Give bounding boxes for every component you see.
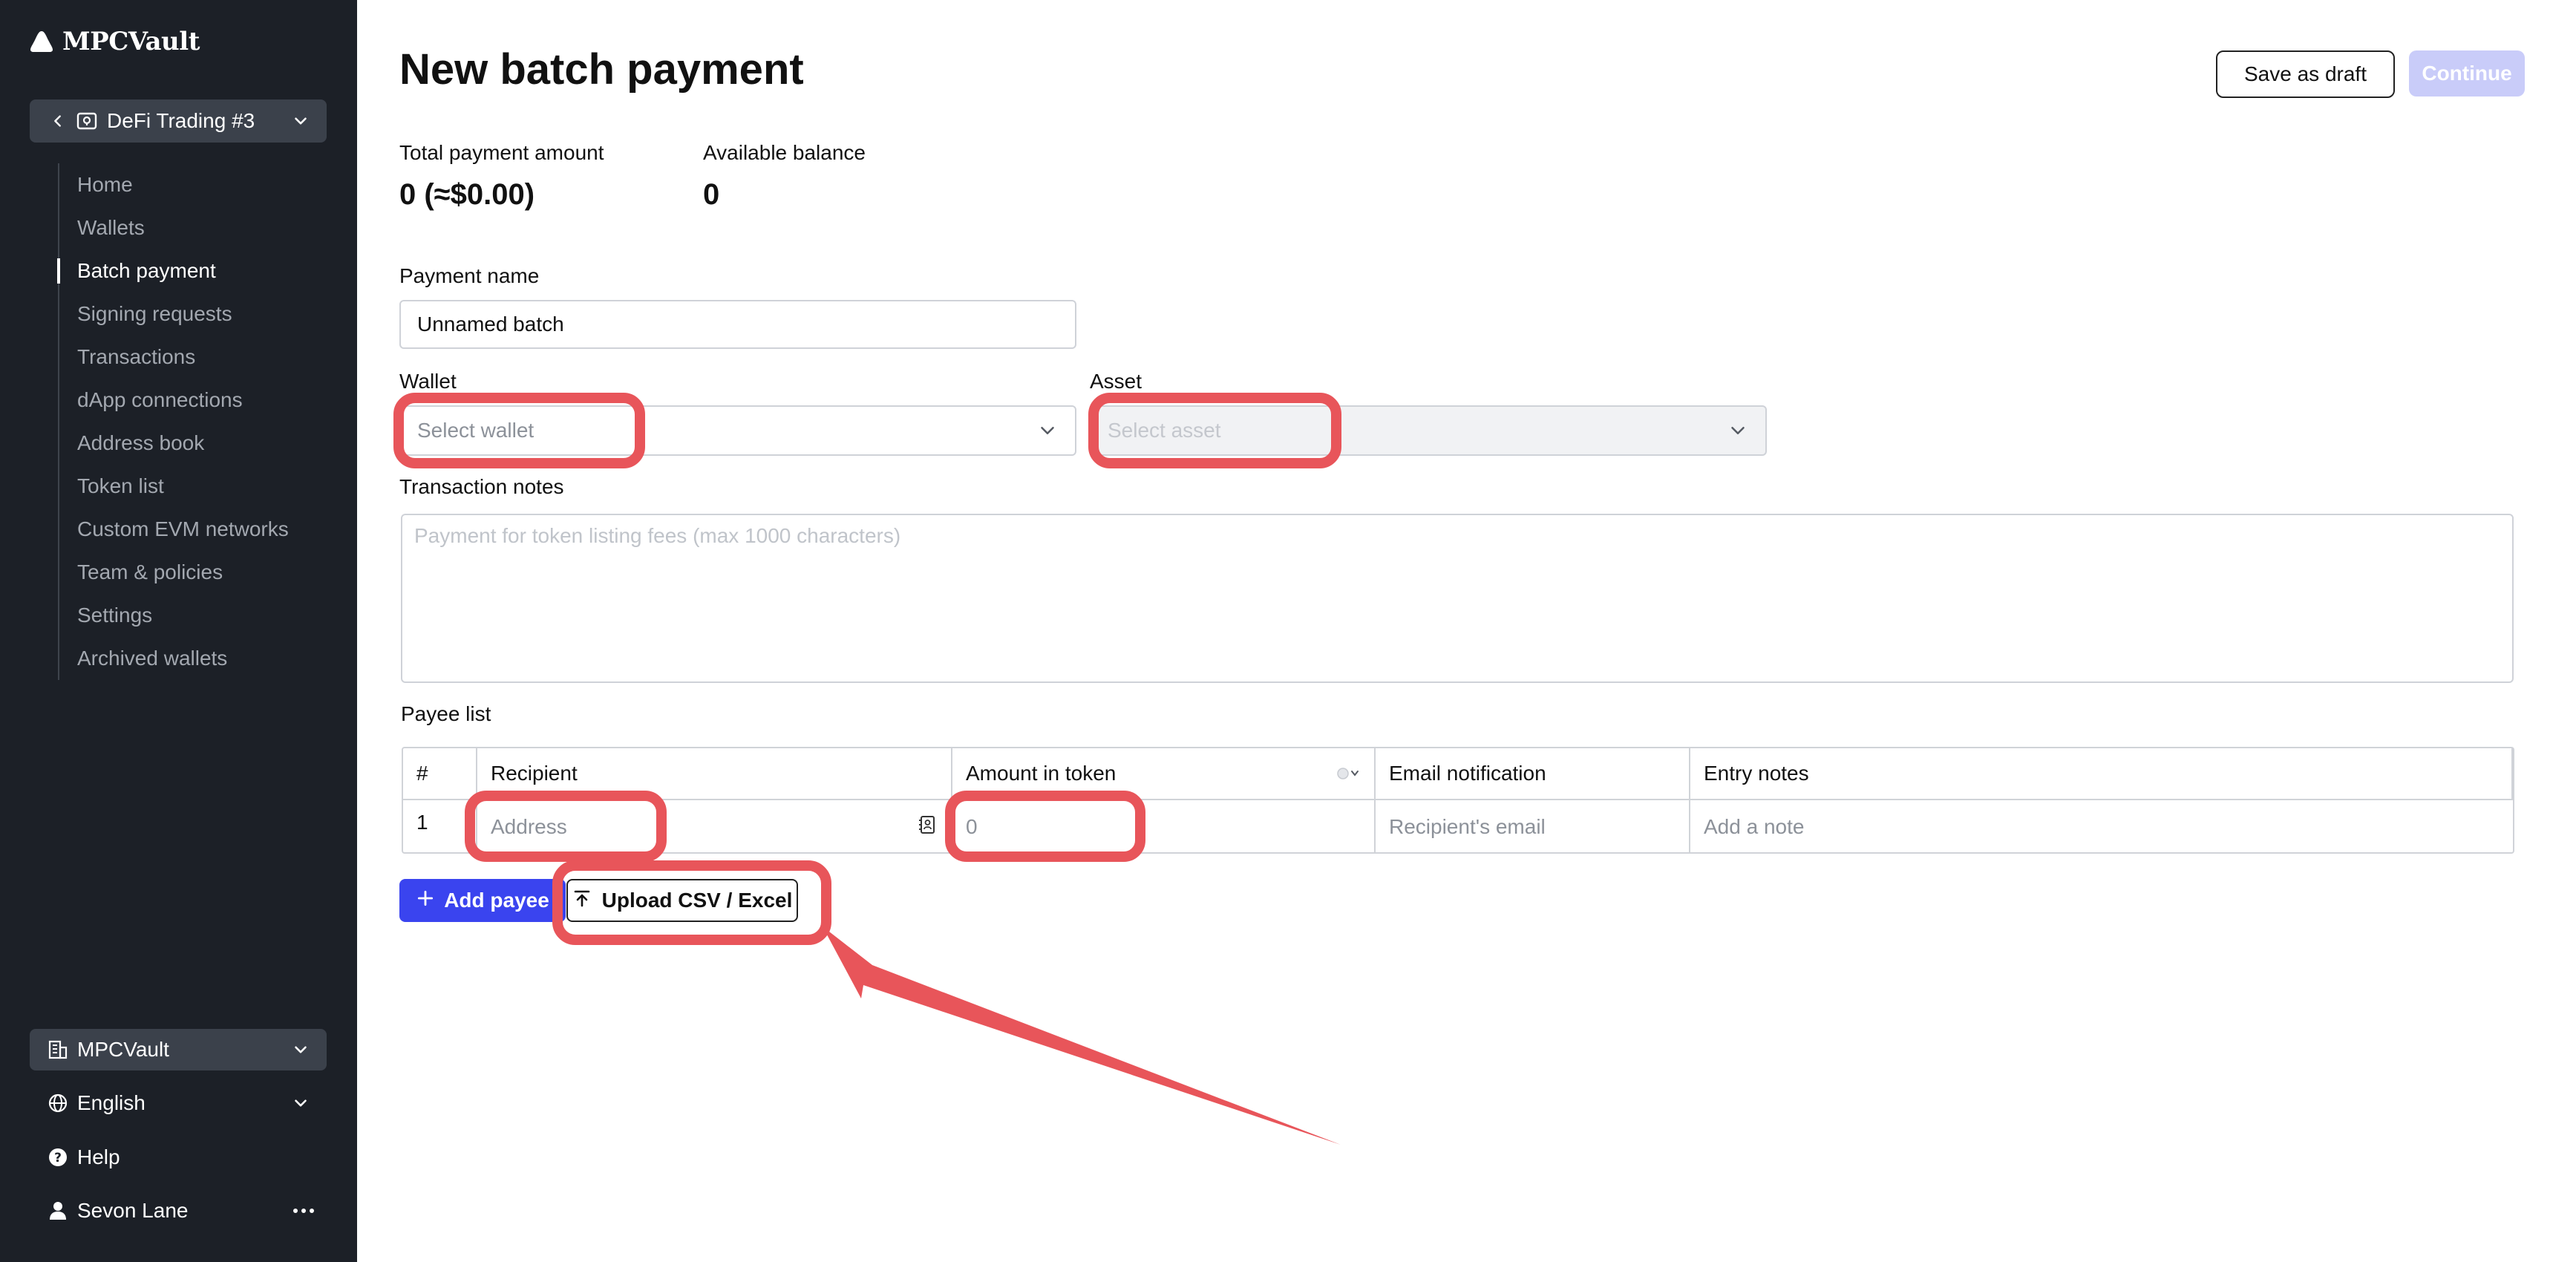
building-icon bbox=[46, 1038, 70, 1062]
sidebar-item-home[interactable]: Home bbox=[59, 163, 340, 206]
help-link[interactable]: ? Help bbox=[30, 1137, 327, 1178]
chevron-left-icon[interactable] bbox=[48, 111, 68, 131]
sidebar-item-batch-payment[interactable]: Batch payment bbox=[57, 249, 340, 292]
total-payment-value: 0 (≈$0.00) bbox=[399, 178, 535, 211]
column-header-entry-notes: Entry notes bbox=[1690, 748, 2513, 800]
chevron-down-icon bbox=[291, 111, 310, 131]
vault-selector[interactable]: DeFi Trading #3 bbox=[30, 99, 327, 143]
payee-list-label: Payee list bbox=[401, 702, 491, 725]
org-name: MPCVault bbox=[77, 1038, 169, 1061]
sidebar-item-team-policies[interactable]: Team & policies bbox=[59, 551, 340, 594]
chevron-down-icon bbox=[1036, 419, 1059, 442]
main-content: New batch payment Save as draft Continue… bbox=[357, 0, 2576, 1262]
language-selector[interactable]: English bbox=[30, 1082, 327, 1124]
payment-name-input[interactable]: Unnamed batch bbox=[399, 300, 1076, 349]
help-label: Help bbox=[77, 1145, 120, 1168]
sidebar: MPCVault DeFi Trading #3 Home Wallets Ba… bbox=[0, 0, 357, 1262]
column-header-email: Email notification bbox=[1376, 748, 1690, 800]
column-header-amount: Amount in token bbox=[952, 748, 1376, 800]
chevron-down-icon bbox=[291, 1040, 310, 1059]
sidebar-item-token-list[interactable]: Token list bbox=[59, 465, 340, 508]
wallet-select-placeholder: Select wallet bbox=[417, 419, 535, 442]
column-header-recipient: Recipient bbox=[477, 748, 952, 800]
wallet-label: Wallet bbox=[399, 370, 457, 393]
page-title: New batch payment bbox=[399, 45, 804, 94]
sidebar-item-address-book[interactable]: Address book bbox=[59, 422, 340, 465]
user-name: Sevon Lane bbox=[77, 1199, 189, 1222]
more-icon[interactable] bbox=[291, 1201, 314, 1220]
logo-text: MPCVault bbox=[62, 27, 200, 56]
vault-name: DeFi Trading #3 bbox=[107, 109, 255, 132]
sidebar-item-wallets[interactable]: Wallets bbox=[59, 206, 340, 249]
globe-icon bbox=[46, 1091, 70, 1115]
org-selector[interactable]: MPCVault bbox=[30, 1029, 327, 1070]
transaction-notes-textarea[interactable]: Payment for token listing fees (max 1000… bbox=[401, 514, 2514, 683]
sidebar-item-archived-wallets[interactable]: Archived wallets bbox=[59, 637, 340, 680]
plus-icon bbox=[416, 889, 435, 913]
sidebar-nav: Home Wallets Batch payment Signing reque… bbox=[57, 163, 340, 680]
add-payee-label: Add payee bbox=[444, 889, 549, 912]
sidebar-item-settings[interactable]: Settings bbox=[59, 594, 340, 637]
column-header-number: # bbox=[403, 748, 477, 800]
sidebar-item-transactions[interactable]: Transactions bbox=[59, 336, 340, 379]
row-number: 1 bbox=[403, 800, 477, 854]
wallet-select[interactable]: Select wallet bbox=[399, 405, 1076, 456]
recipient-address-input[interactable]: Address bbox=[477, 800, 952, 854]
user-menu[interactable]: Sevon Lane bbox=[30, 1190, 327, 1232]
available-balance-value: 0 bbox=[703, 178, 720, 211]
token-dropdown-icon[interactable] bbox=[1336, 761, 1361, 786]
amount-input[interactable]: 0 bbox=[952, 800, 1376, 854]
add-payee-button[interactable]: Add payee bbox=[399, 879, 566, 922]
mpcvault-logo-icon bbox=[30, 31, 53, 52]
payee-table: # Recipient Amount in token Email notifi… bbox=[402, 747, 2514, 854]
address-book-icon[interactable] bbox=[917, 814, 938, 840]
asset-select[interactable]: Select asset bbox=[1090, 405, 1767, 456]
save-draft-button[interactable]: Save as draft bbox=[2216, 50, 2395, 98]
available-balance-label: Available balance bbox=[703, 141, 866, 164]
continue-button[interactable]: Continue bbox=[2409, 50, 2525, 97]
sidebar-item-dapp-connections[interactable]: dApp connections bbox=[59, 379, 340, 422]
chevron-down-icon bbox=[1727, 419, 1749, 442]
email-notification-input[interactable]: Recipient's email bbox=[1376, 800, 1690, 854]
entry-note-input[interactable]: Add a note bbox=[1690, 800, 2513, 854]
upload-csv-button[interactable]: Upload CSV / Excel bbox=[566, 879, 798, 922]
language-label: English bbox=[77, 1091, 146, 1114]
svg-text:?: ? bbox=[54, 1151, 62, 1165]
sidebar-item-custom-evm-networks[interactable]: Custom EVM networks bbox=[59, 508, 340, 551]
asset-label: Asset bbox=[1090, 370, 1142, 393]
chevron-down-icon bbox=[291, 1093, 310, 1113]
vault-icon bbox=[76, 110, 98, 132]
upload-icon bbox=[572, 889, 592, 913]
transaction-notes-label: Transaction notes bbox=[399, 475, 564, 498]
asset-select-placeholder: Select asset bbox=[1108, 419, 1221, 442]
payment-name-label: Payment name bbox=[399, 264, 540, 287]
help-icon: ? bbox=[46, 1145, 70, 1169]
sidebar-item-signing-requests[interactable]: Signing requests bbox=[59, 292, 340, 336]
upload-csv-label: Upload CSV / Excel bbox=[601, 889, 793, 912]
total-payment-label: Total payment amount bbox=[399, 141, 604, 164]
app-logo[interactable]: MPCVault bbox=[28, 22, 200, 61]
user-icon bbox=[46, 1199, 70, 1223]
